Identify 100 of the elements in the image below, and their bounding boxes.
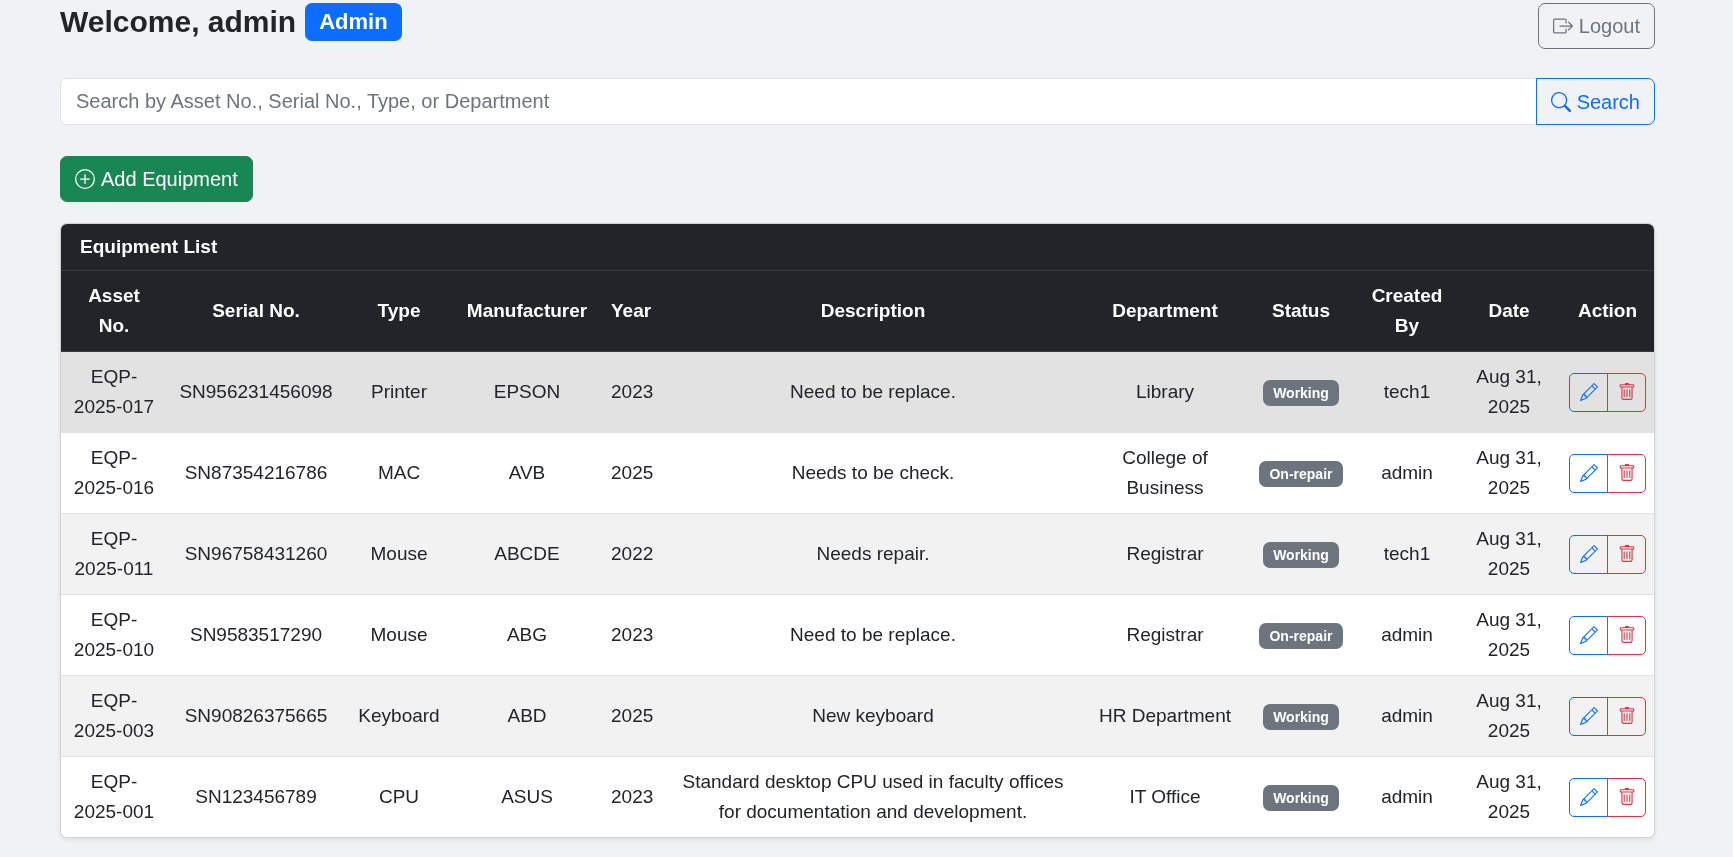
table-cell: New keyboard [661,675,1085,757]
table-cell: ABG [453,594,601,676]
table-cell: Library [1085,351,1245,433]
table-cell: Registrar [1085,513,1245,595]
status-badge: Working [1263,785,1339,811]
table-cell: Needs repair. [661,513,1085,595]
column-header: Department [1085,271,1245,352]
logout-button[interactable]: Logout [1537,3,1655,49]
trash-icon [1617,545,1636,563]
table-cell: CPU [345,756,453,837]
search-field[interactable]: Search by Asset No., Serial No., Type, or Department [60,78,1537,125]
table-cell: SN90826375665 [167,675,345,757]
table-cell: Aug 31, 2025 [1457,432,1561,514]
table-cell: SN87354216786 [167,432,345,514]
status-badge: Working [1263,704,1339,730]
delete-button[interactable] [1607,696,1646,736]
table-cell: Aug 31, 2025 [1457,513,1561,595]
table-cell: 2025 [601,432,661,514]
trash-icon [1617,626,1636,644]
table-cell: tech1 [1357,351,1457,433]
edit-button[interactable] [1569,453,1608,493]
column-header: Manufacturer [453,271,601,352]
status-badge: On-repair [1259,461,1343,487]
table-cell: Mouse [345,513,453,595]
table-cell: EQP-2025-001 [61,756,167,837]
plus-circle-icon [75,169,95,189]
trash-icon [1617,383,1636,401]
table-cell: EQP-2025-010 [61,594,167,676]
table-cell: Need to be replace. [661,594,1085,676]
table-cell: EQP-2025-016 [61,432,167,514]
table-cell: tech1 [1357,513,1457,595]
column-header: Action [1561,271,1654,352]
delete-button[interactable] [1607,534,1646,574]
table-cell: 2023 [601,351,661,433]
delete-button[interactable] [1607,372,1646,412]
trash-icon [1617,707,1636,725]
column-header: Created By [1357,271,1457,352]
edit-button[interactable] [1569,372,1608,412]
table-cell: Aug 31, 2025 [1457,756,1561,837]
column-header: Description [661,271,1085,352]
table-cell: MAC [345,432,453,514]
logout-icon [1552,16,1573,36]
edit-button[interactable] [1569,615,1608,655]
table-cell: 2023 [601,756,661,837]
search-icon [1550,91,1571,112]
column-header: Year [601,271,661,352]
page-title: Welcome, admin [60,4,297,40]
table-cell: admin [1357,594,1457,676]
delete-button[interactable] [1607,777,1646,817]
pencil-icon [1579,707,1598,725]
table-cell: Aug 31, 2025 [1457,351,1561,433]
column-header: Type [345,271,453,352]
table-cell: EQP-2025-017 [61,351,167,433]
pencil-icon [1579,464,1598,482]
table-cell: EPSON [453,351,601,433]
table-cell: SN96758431260 [167,513,345,595]
table-cell: ASUS [453,756,601,837]
pencil-icon [1579,788,1598,806]
table-cell: 2023 [601,594,661,676]
column-header: Asset No. [61,271,167,352]
table-cell: admin [1357,432,1457,514]
table-cell: Needs to be check. [661,432,1085,514]
column-header: Serial No. [167,271,345,352]
column-header: Status [1245,271,1357,352]
table-cell: SN123456789 [167,756,345,837]
pencil-icon [1579,545,1598,563]
table-cell: EQP-2025-003 [61,675,167,757]
table-cell: HR Department [1085,675,1245,757]
table-cell: AVB [453,432,601,514]
status-badge: Working [1263,542,1339,568]
table-cell: IT Office [1085,756,1245,837]
card-header: Equipment List [61,224,1654,271]
column-header: Date [1457,271,1561,352]
pencil-icon [1579,383,1598,401]
pencil-icon [1579,626,1598,644]
table-cell: Aug 31, 2025 [1457,594,1561,676]
table-cell: SN956231456098 [167,351,345,433]
table-cell: 2025 [601,675,661,757]
edit-button[interactable] [1569,696,1608,736]
table-cell: SN9583517290 [167,594,345,676]
table-cell: Need to be replace. [661,351,1085,433]
table-cell: admin [1357,675,1457,757]
table-cell: Registrar [1085,594,1245,676]
edit-button[interactable] [1569,777,1608,817]
table-cell: admin [1357,756,1457,837]
search-button[interactable]: Search [1535,78,1655,125]
table-cell: Aug 31, 2025 [1457,675,1561,757]
table-cell: ABCDE [453,513,601,595]
table-cell: ABD [453,675,601,757]
delete-button[interactable] [1607,453,1646,493]
status-badge: Working [1263,380,1339,406]
table-cell: Keyboard [345,675,453,757]
status-badge: On-repair [1259,623,1343,649]
table-cell: College of Business [1085,432,1245,514]
add-equipment-button[interactable]: Add Equipment [60,156,253,202]
table-cell: 2022 [601,513,661,595]
trash-icon [1617,464,1636,482]
role-badge: Admin [305,3,402,41]
delete-button[interactable] [1607,615,1646,655]
edit-button[interactable] [1569,534,1608,574]
